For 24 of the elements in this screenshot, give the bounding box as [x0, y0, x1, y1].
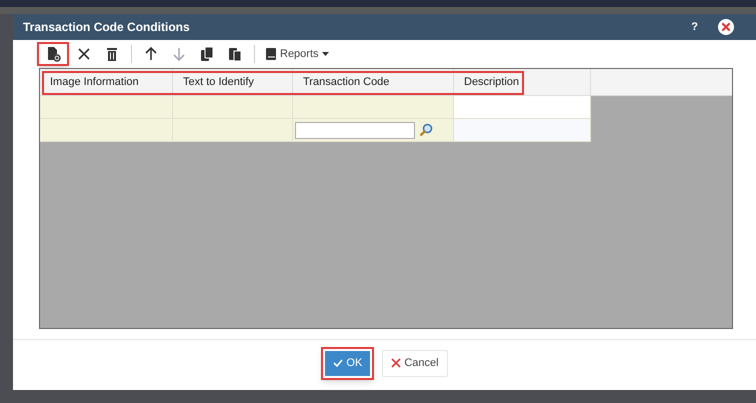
- close-icon: [391, 358, 402, 368]
- reports-button[interactable]: Reports: [261, 42, 333, 66]
- window-title: Transaction Code Conditions: [23, 19, 191, 36]
- column-header[interactable]: Text to Identify: [173, 69, 293, 95]
- ok-button[interactable]: OK: [321, 346, 374, 380]
- close-icon: [76, 46, 92, 62]
- close-icon[interactable]: [718, 19, 734, 35]
- caret-icon: [322, 52, 329, 56]
- copy-icon: [199, 46, 215, 62]
- paste-icon: [227, 46, 243, 62]
- toolbar-button[interactable]: [37, 42, 69, 66]
- add-file-icon: [45, 46, 61, 62]
- arrow-up-icon: [143, 46, 159, 62]
- column-header[interactable]: Transaction Code: [293, 69, 454, 95]
- transaction-code-field[interactable]: [295, 122, 415, 138]
- search-icon[interactable]: [419, 123, 433, 137]
- help-button[interactable]: ?: [691, 18, 698, 36]
- cancel-button[interactable]: Cancel: [382, 350, 448, 376]
- check-icon: [333, 359, 344, 367]
- book-icon: [265, 47, 277, 61]
- trash-icon: [104, 46, 120, 62]
- column-header[interactable]: Description: [454, 69, 591, 95]
- arrow-down-icon: [171, 46, 187, 62]
- column-header[interactable]: Image Information: [40, 69, 173, 95]
